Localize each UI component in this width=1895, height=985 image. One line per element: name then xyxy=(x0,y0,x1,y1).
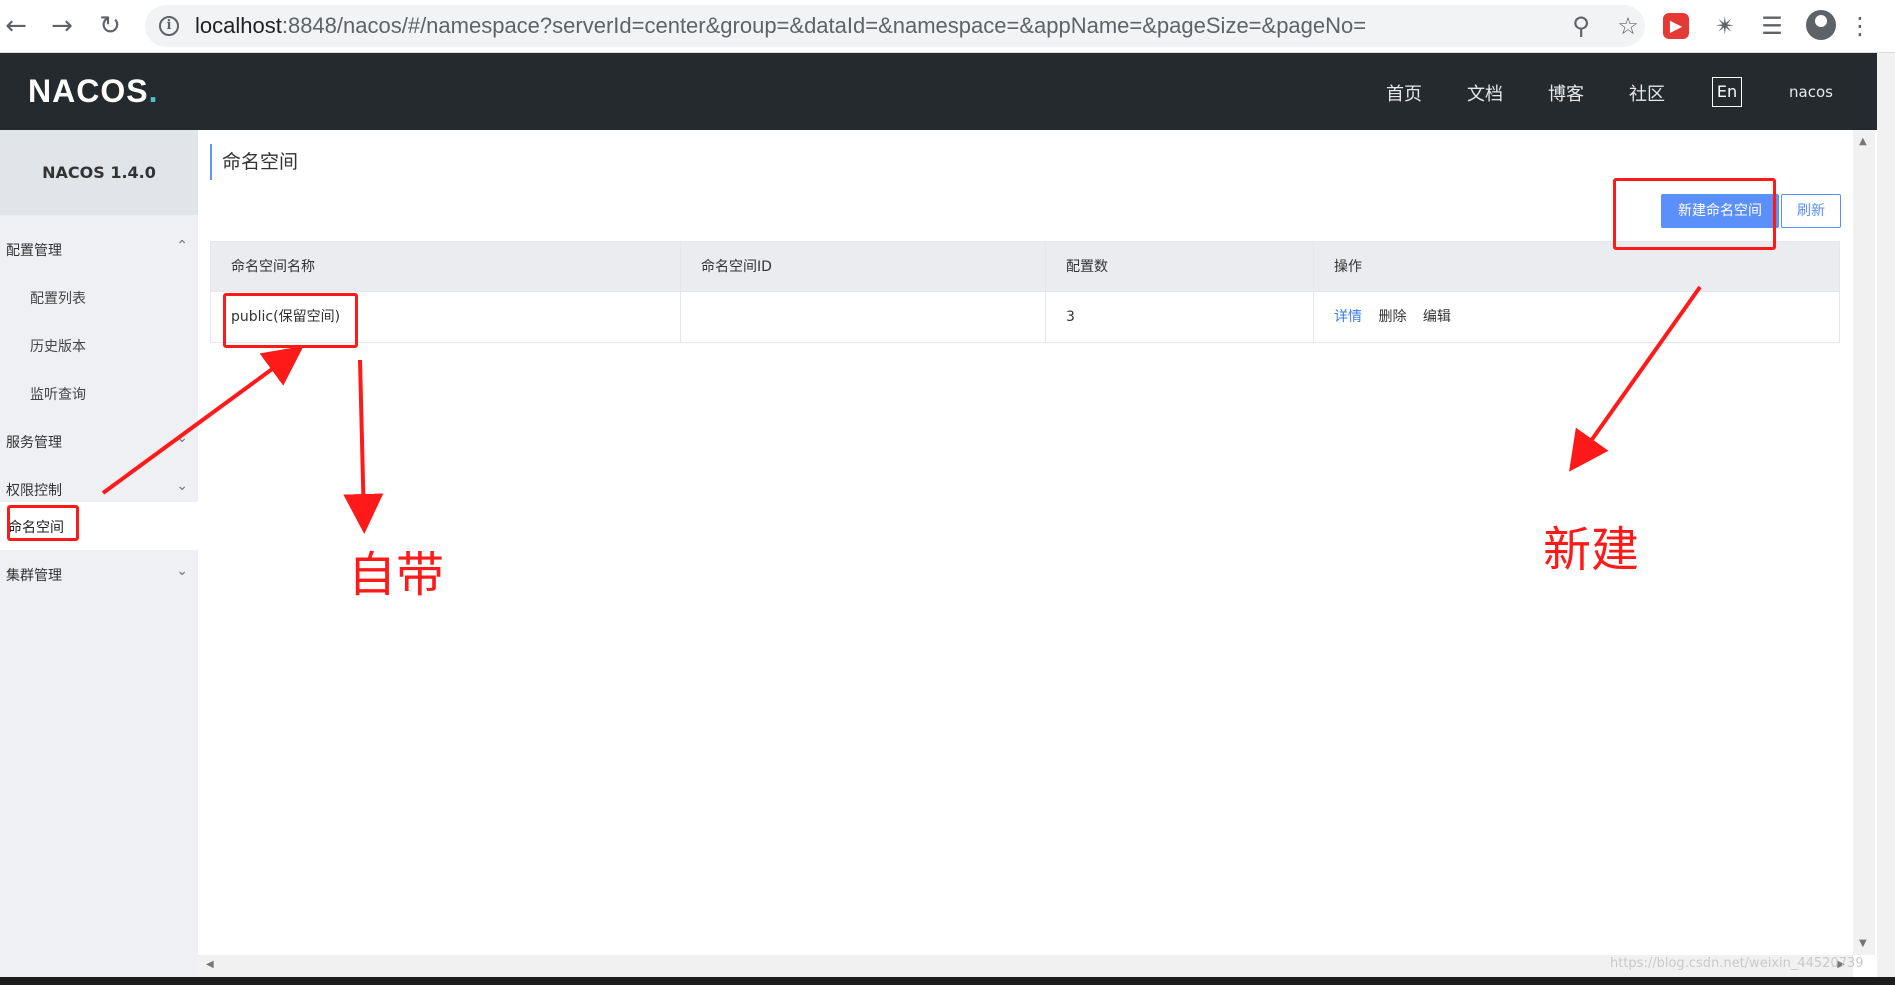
star-icon[interactable]: ☆ xyxy=(1615,13,1641,39)
scroll-up-icon[interactable]: ▲ xyxy=(1859,136,1867,147)
sidebar-group-cluster[interactable]: 集群管理 ⌄ xyxy=(0,550,198,598)
reload-icon[interactable]: ↻ xyxy=(96,12,124,40)
sidebar-item-label: 监听查询 xyxy=(30,387,86,403)
column-header-name: 命名空间名称 xyxy=(211,242,681,292)
extension-red-icon[interactable]: ▶ xyxy=(1663,13,1689,39)
logo-dot: . xyxy=(148,73,159,109)
nav-blog[interactable]: 博客 xyxy=(1548,80,1584,106)
details-link[interactable]: 详情 xyxy=(1334,309,1362,325)
column-header-count: 配置数 xyxy=(1046,242,1314,292)
language-toggle[interactable]: En xyxy=(1712,77,1742,107)
scroll-down-icon[interactable]: ▼ xyxy=(1859,938,1867,949)
sidebar-group-label: 配置管理 xyxy=(6,243,62,259)
nav-docs[interactable]: 文档 xyxy=(1467,80,1503,106)
delete-link[interactable]: 删除 xyxy=(1378,309,1406,325)
content-horizontal-scrollbar[interactable]: ◀ ▶ xyxy=(198,955,1853,977)
media-icon[interactable]: ☰ xyxy=(1757,11,1787,41)
nacos-logo[interactable]: NACOS. xyxy=(28,73,158,110)
zoom-icon[interactable]: ⚲ xyxy=(1568,13,1594,39)
edit-link[interactable]: 编辑 xyxy=(1423,309,1451,325)
chevron-down-icon: ⌄ xyxy=(176,478,188,494)
puzzle-icon[interactable]: ✴ xyxy=(1710,11,1740,41)
url-path: :8848/nacos/#/namespace?serverId=center&… xyxy=(281,13,1367,38)
table-row: public(保留空间) 3 详情 删除 编辑 xyxy=(211,292,1839,342)
taskbar-strip xyxy=(0,977,1895,985)
sidebar-item-history[interactable]: 历史版本 xyxy=(0,321,198,369)
ops-cell: 详情 删除 编辑 xyxy=(1314,292,1841,342)
column-header-id: 命名空间ID xyxy=(681,242,1046,292)
annotation-box-public xyxy=(223,293,358,348)
namespace-table: 命名空间名称 命名空间ID 配置数 操作 public(保留空间) 3 详情 删… xyxy=(210,241,1840,343)
annotation-box-namespace-menu xyxy=(7,505,79,541)
version-label: NACOS 1.4.0 xyxy=(0,130,198,215)
refresh-button[interactable]: 刷新 xyxy=(1781,194,1841,228)
sidebar-item-label: 配置列表 xyxy=(30,291,86,307)
sidebar-item-listener[interactable]: 监听查询 xyxy=(0,369,198,417)
sidebar-group-config[interactable]: 配置管理 ⌃ xyxy=(0,225,198,273)
window-scrollbar[interactable] xyxy=(1877,53,1895,985)
annotation-label-builtin: 自带 xyxy=(348,547,445,603)
chevron-down-icon: ⌄ xyxy=(176,563,188,579)
page-title: 命名空间 xyxy=(210,144,298,180)
forward-icon[interactable]: → xyxy=(48,12,76,40)
screenshot-root: ← → ↻ i localhost:8848/nacos/#/namespace… xyxy=(0,0,1895,985)
sidebar: NACOS 1.4.0 配置管理 ⌃ 配置列表 历史版本 监听查询 服务管理 ⌄… xyxy=(0,130,198,985)
user-name[interactable]: nacos xyxy=(1789,83,1833,101)
profile-icon[interactable] xyxy=(1806,10,1836,40)
info-icon[interactable]: i xyxy=(159,16,179,36)
scroll-left-icon[interactable]: ◀ xyxy=(206,959,214,970)
address-bar[interactable]: i localhost:8848/nacos/#/namespace?serve… xyxy=(145,5,1645,47)
sidebar-item-config-list[interactable]: 配置列表 xyxy=(0,273,198,321)
chevron-down-icon: ⌄ xyxy=(176,430,188,446)
app-header: NACOS. 首页 文档 博客 社区 En nacos xyxy=(0,53,1877,130)
logo-text: NACOS xyxy=(28,73,149,109)
sidebar-group-label: 权限控制 xyxy=(6,483,62,499)
watermark: https://blog.csdn.net/weixin_44520739 xyxy=(1610,956,1864,971)
nav-home[interactable]: 首页 xyxy=(1386,80,1422,106)
nav-community[interactable]: 社区 xyxy=(1629,80,1665,106)
annotation-box-new-button xyxy=(1613,178,1776,250)
table-header: 命名空间名称 命名空间ID 配置数 操作 xyxy=(211,242,1839,292)
sidebar-item-label: 历史版本 xyxy=(30,339,86,355)
back-icon[interactable]: ← xyxy=(2,12,30,40)
sidebar-group-label: 服务管理 xyxy=(6,435,62,451)
url-host: localhost xyxy=(195,13,282,38)
config-count-cell: 3 xyxy=(1046,292,1314,342)
menu-dots-icon[interactable]: ⋮ xyxy=(1845,11,1875,41)
chevron-up-icon: ⌃ xyxy=(176,238,188,254)
sidebar-group-label: 集群管理 xyxy=(6,568,62,584)
browser-toolbar: ← → ↻ i localhost:8848/nacos/#/namespace… xyxy=(0,0,1895,53)
namespace-id-cell xyxy=(681,292,1046,342)
content-vertical-scrollbar[interactable]: ▲ ▼ xyxy=(1853,130,1875,955)
sidebar-group-service[interactable]: 服务管理 ⌄ xyxy=(0,417,198,465)
annotation-label-new: 新建 xyxy=(1543,522,1640,578)
url-text[interactable]: localhost:8848/nacos/#/namespace?serverI… xyxy=(195,13,1366,39)
